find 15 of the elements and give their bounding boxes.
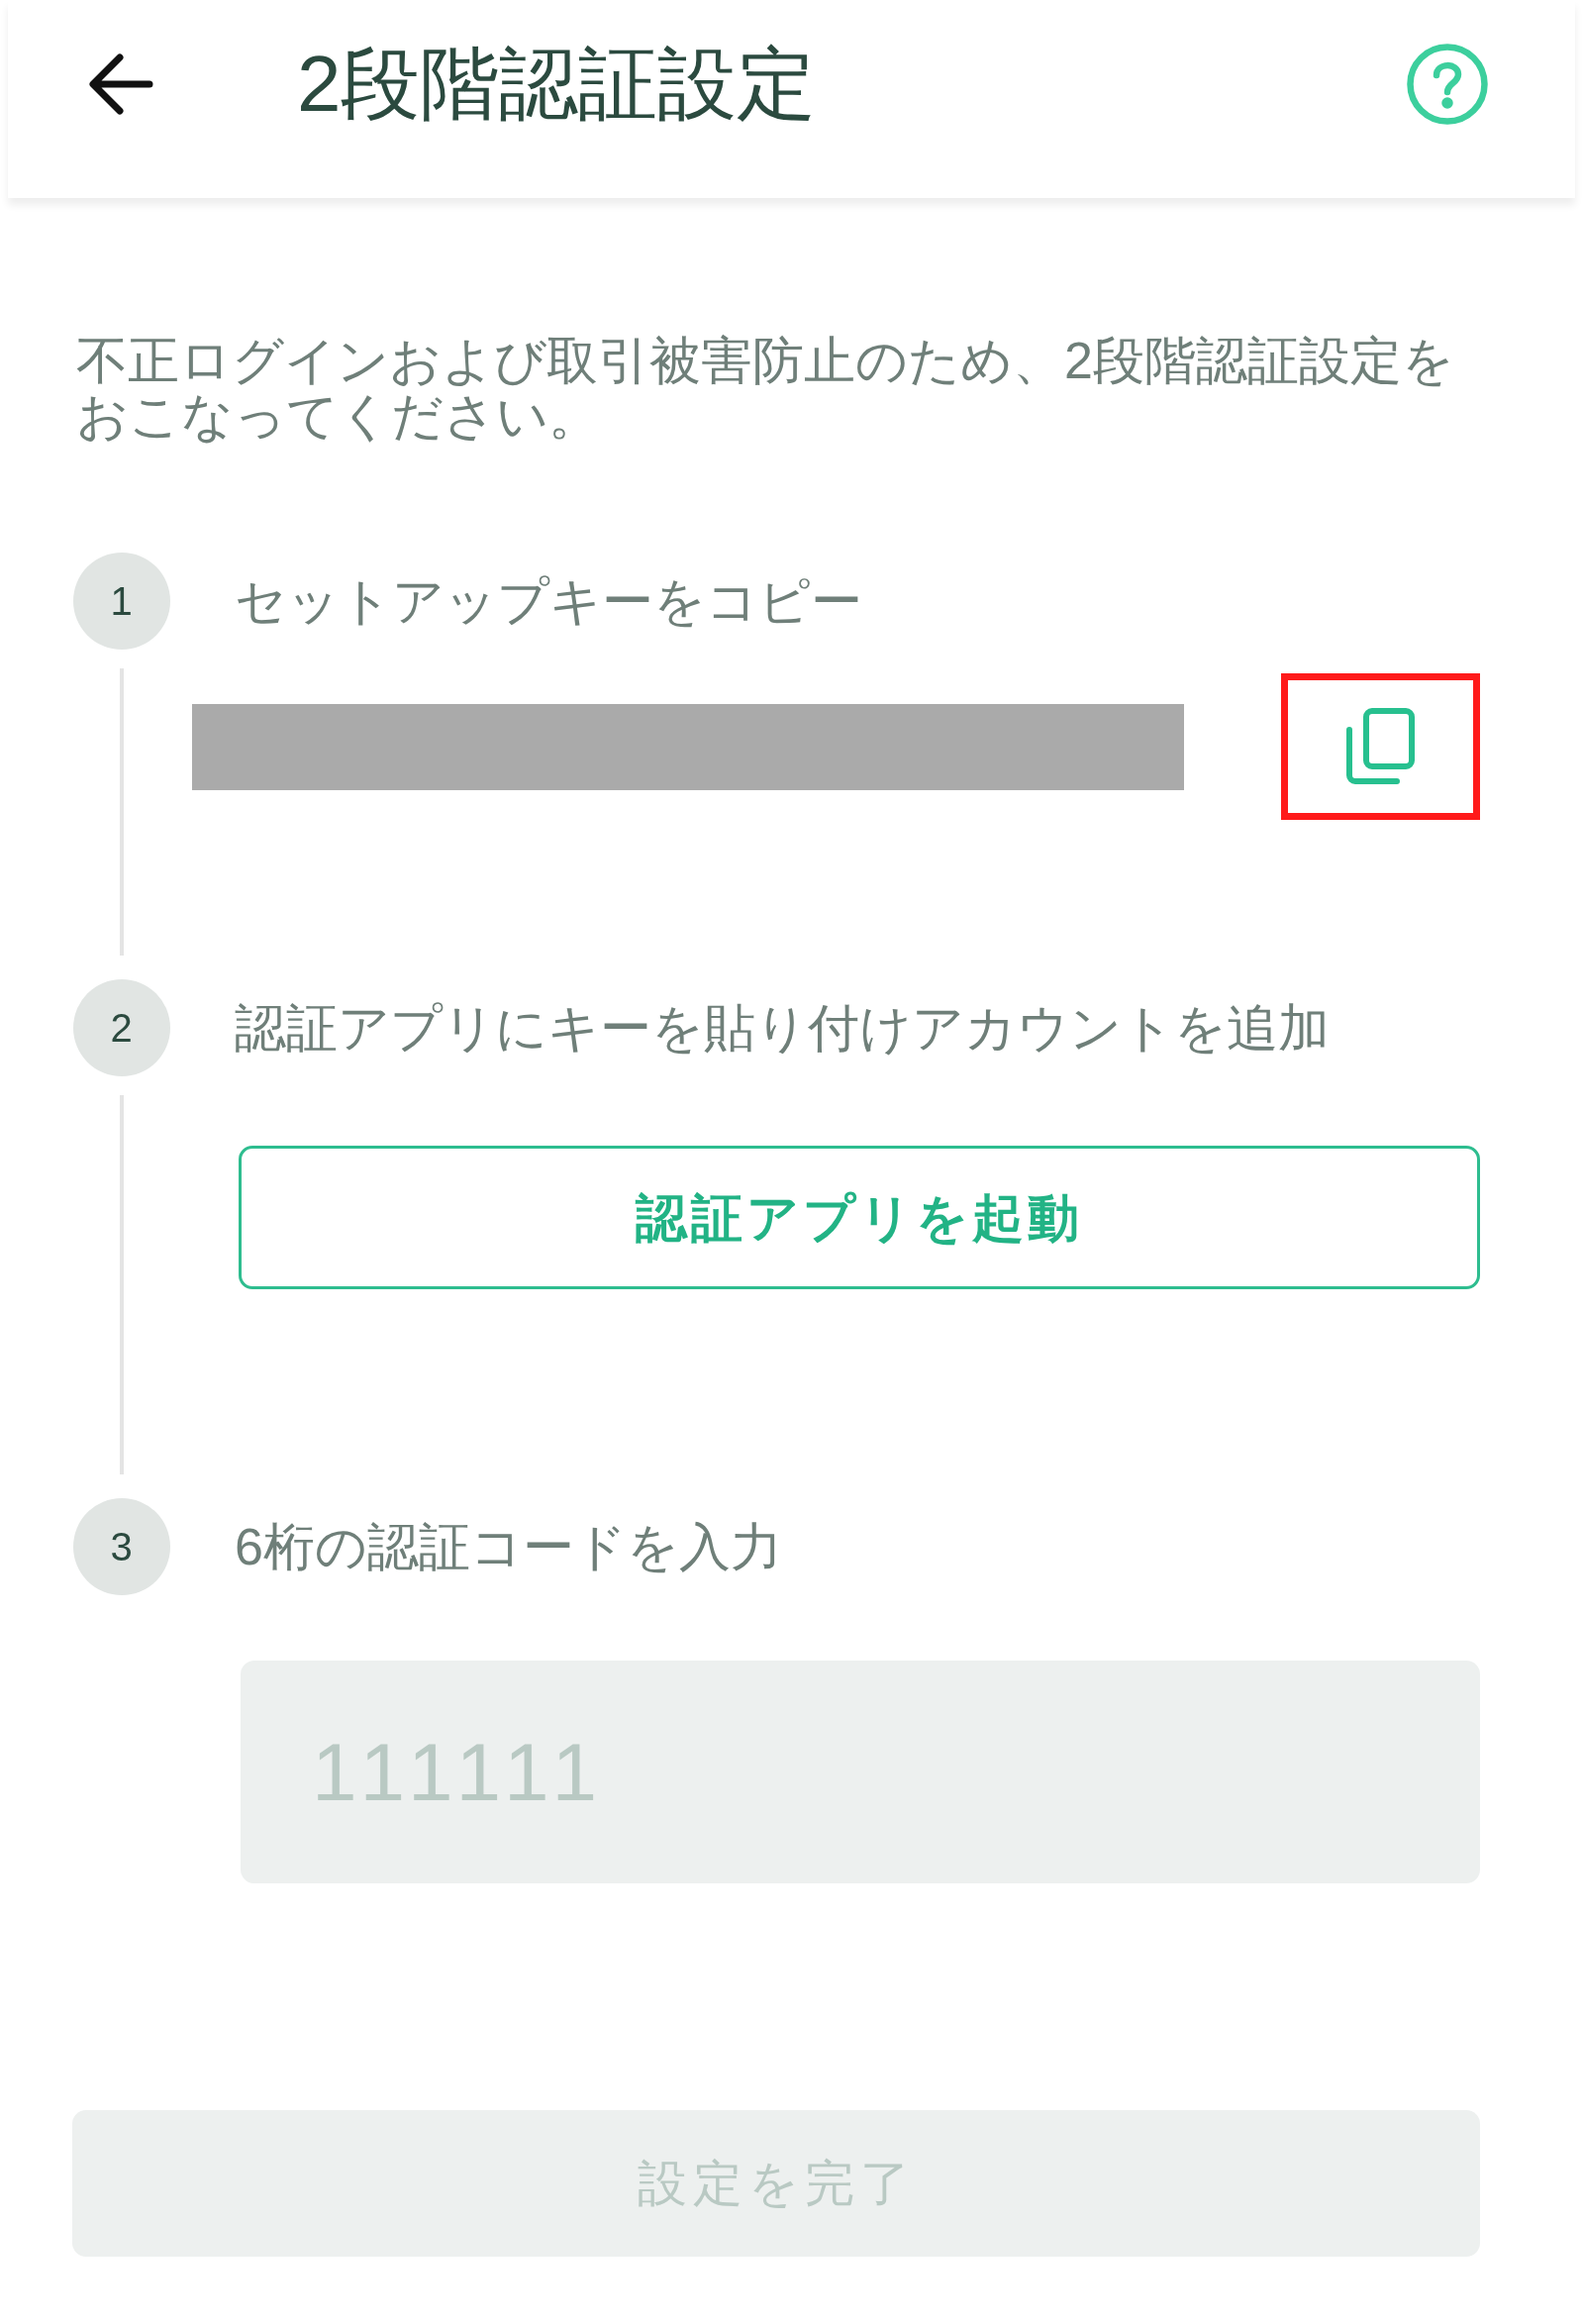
back-button[interactable] [89, 51, 153, 117]
step-number: 1 [72, 553, 170, 650]
help-icon [1407, 44, 1488, 125]
step-number: 2 [72, 979, 170, 1076]
copy-icon [1345, 708, 1416, 785]
copy-button[interactable] [1345, 708, 1416, 785]
intro-text: 不正ログインおよび取引被害防止のため、2段階認証設定をおこなってください。 [76, 333, 1455, 444]
step-number: 3 [72, 1498, 170, 1595]
page-title: 2段階認証設定 [297, 45, 817, 124]
help-button[interactable] [1407, 44, 1488, 125]
back-arrow-icon [89, 53, 153, 115]
step-label: セットアップキーをコピー [235, 571, 863, 632]
step-label: 認証アプリにキーを貼り付けアカウントを追加 [235, 998, 1331, 1059]
step-label: 6桁の認証コードを入力 [235, 1517, 783, 1577]
launch-app-button[interactable]: 認証アプリを起動 [239, 1146, 1480, 1289]
